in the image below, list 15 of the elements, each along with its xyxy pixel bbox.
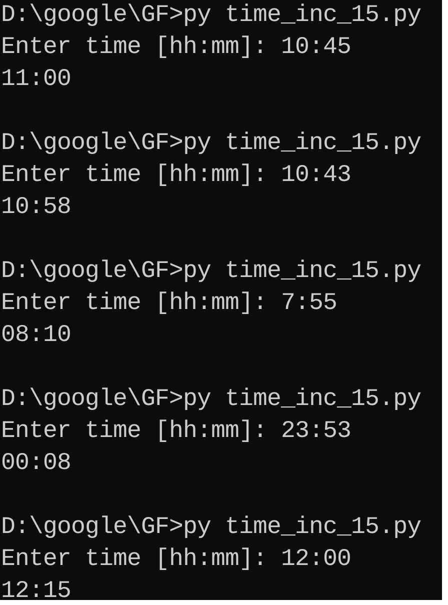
command-line: D:\google\GF>py time_inc_15.py [1, 385, 422, 415]
command-line: D:\google\GF>py time_inc_15.py [1, 513, 422, 543]
input-line: Enter time [hh:mm]: 10:43 [1, 161, 352, 191]
output-line: 12:15 [1, 577, 72, 605]
output-line: 10:58 [1, 193, 72, 223]
command-line: D:\google\GF>py time_inc_15.py [1, 1, 422, 31]
input-line: Enter time [hh:mm]: 23:53 [1, 417, 352, 447]
output-line: 00:08 [1, 449, 72, 479]
input-line: Enter time [hh:mm]: 12:00 [1, 545, 352, 575]
input-line: Enter time [hh:mm]: 7:55 [1, 289, 338, 319]
input-line: Enter time [hh:mm]: 10:45 [1, 33, 352, 63]
command-line: D:\google\GF>py time_inc_15.py [1, 129, 422, 159]
output-line: 08:10 [1, 321, 72, 351]
output-line: 11:00 [1, 65, 72, 95]
command-line: D:\google\GF>py time_inc_15.py [1, 257, 422, 287]
